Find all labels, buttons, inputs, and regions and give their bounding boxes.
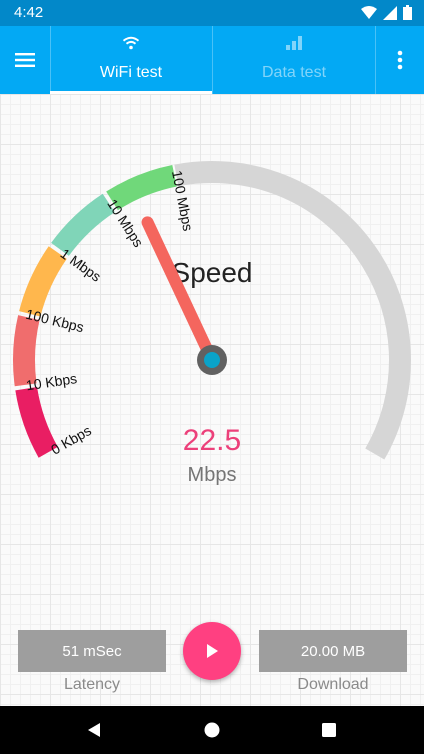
- gauge-segment: [51, 193, 115, 257]
- speed-value: 22.5: [183, 424, 241, 457]
- tab-wifi-test[interactable]: WiFi test: [50, 26, 212, 94]
- download-label: Download: [297, 676, 369, 693]
- gauge-scale-label: 1 Mbps: [57, 245, 104, 285]
- app-bar: WiFi test Data test: [0, 26, 424, 94]
- wifi-icon: [361, 6, 377, 19]
- latency-value: 51 mSec: [62, 642, 122, 660]
- gauge-title: Speed: [172, 257, 253, 288]
- gauge-scale-label: 0 Kbps: [48, 422, 94, 458]
- battery-icon: [403, 5, 412, 20]
- status-time: 4:42: [14, 4, 44, 21]
- back-button[interactable]: [82, 718, 106, 742]
- back-icon: [88, 723, 100, 737]
- tab-label: Data test: [261, 64, 327, 81]
- gauge-arcs: [13, 161, 411, 460]
- more-options-button[interactable]: [376, 26, 424, 94]
- status-icons: [361, 5, 412, 20]
- tab-label: WiFi test: [99, 64, 163, 81]
- gauge-segment: [106, 165, 177, 211]
- gauge-track: [174, 161, 411, 460]
- menu-button[interactable]: [0, 26, 50, 94]
- navigation-bar: [0, 706, 424, 754]
- speed-test-content: 0 Kbps 10 Kbps 100 Kbps 1 Mbps 10 Mbps 100 Mb…: [0, 94, 424, 706]
- recents-icon: [322, 723, 336, 737]
- hamburger-menu-icon: [15, 53, 35, 67]
- gauge-scale-labels: 0 Kbps10 Kbps100 Kbps1 Mbps10 Mbps 100 Mb…: [24, 169, 196, 458]
- gauge-segment: [19, 246, 67, 317]
- status-bar: 4:42: [0, 0, 424, 26]
- gauge-needle: [141, 216, 227, 375]
- signal-bars-icon: [286, 36, 302, 50]
- start-test-button[interactable]: [183, 622, 241, 680]
- latency-value-box: 51 mSec: [18, 630, 166, 672]
- signal-icon: [383, 5, 397, 20]
- gauge-segment: [13, 315, 40, 387]
- home-button[interactable]: [200, 718, 224, 742]
- gauge-segment: [15, 386, 58, 458]
- download-value: 20.00 MB: [300, 642, 366, 660]
- tab-data-test[interactable]: Data test: [213, 26, 375, 94]
- recents-button[interactable]: [317, 718, 341, 742]
- needle-bar: [141, 216, 218, 366]
- more-vert-icon: [397, 50, 403, 70]
- speed-unit: Mbps: [188, 464, 237, 486]
- latency-label: Latency: [63, 676, 121, 693]
- home-icon: [204, 722, 220, 738]
- speed-gauge: 0 Kbps10 Kbps100 Kbps1 Mbps10 Mbps 100 Mb…: [13, 161, 411, 486]
- wifi-icon: [122, 36, 140, 50]
- download-value-box: 20.00 MB: [259, 630, 407, 672]
- play-icon: [207, 644, 218, 658]
- needle-hub-center: [204, 352, 220, 368]
